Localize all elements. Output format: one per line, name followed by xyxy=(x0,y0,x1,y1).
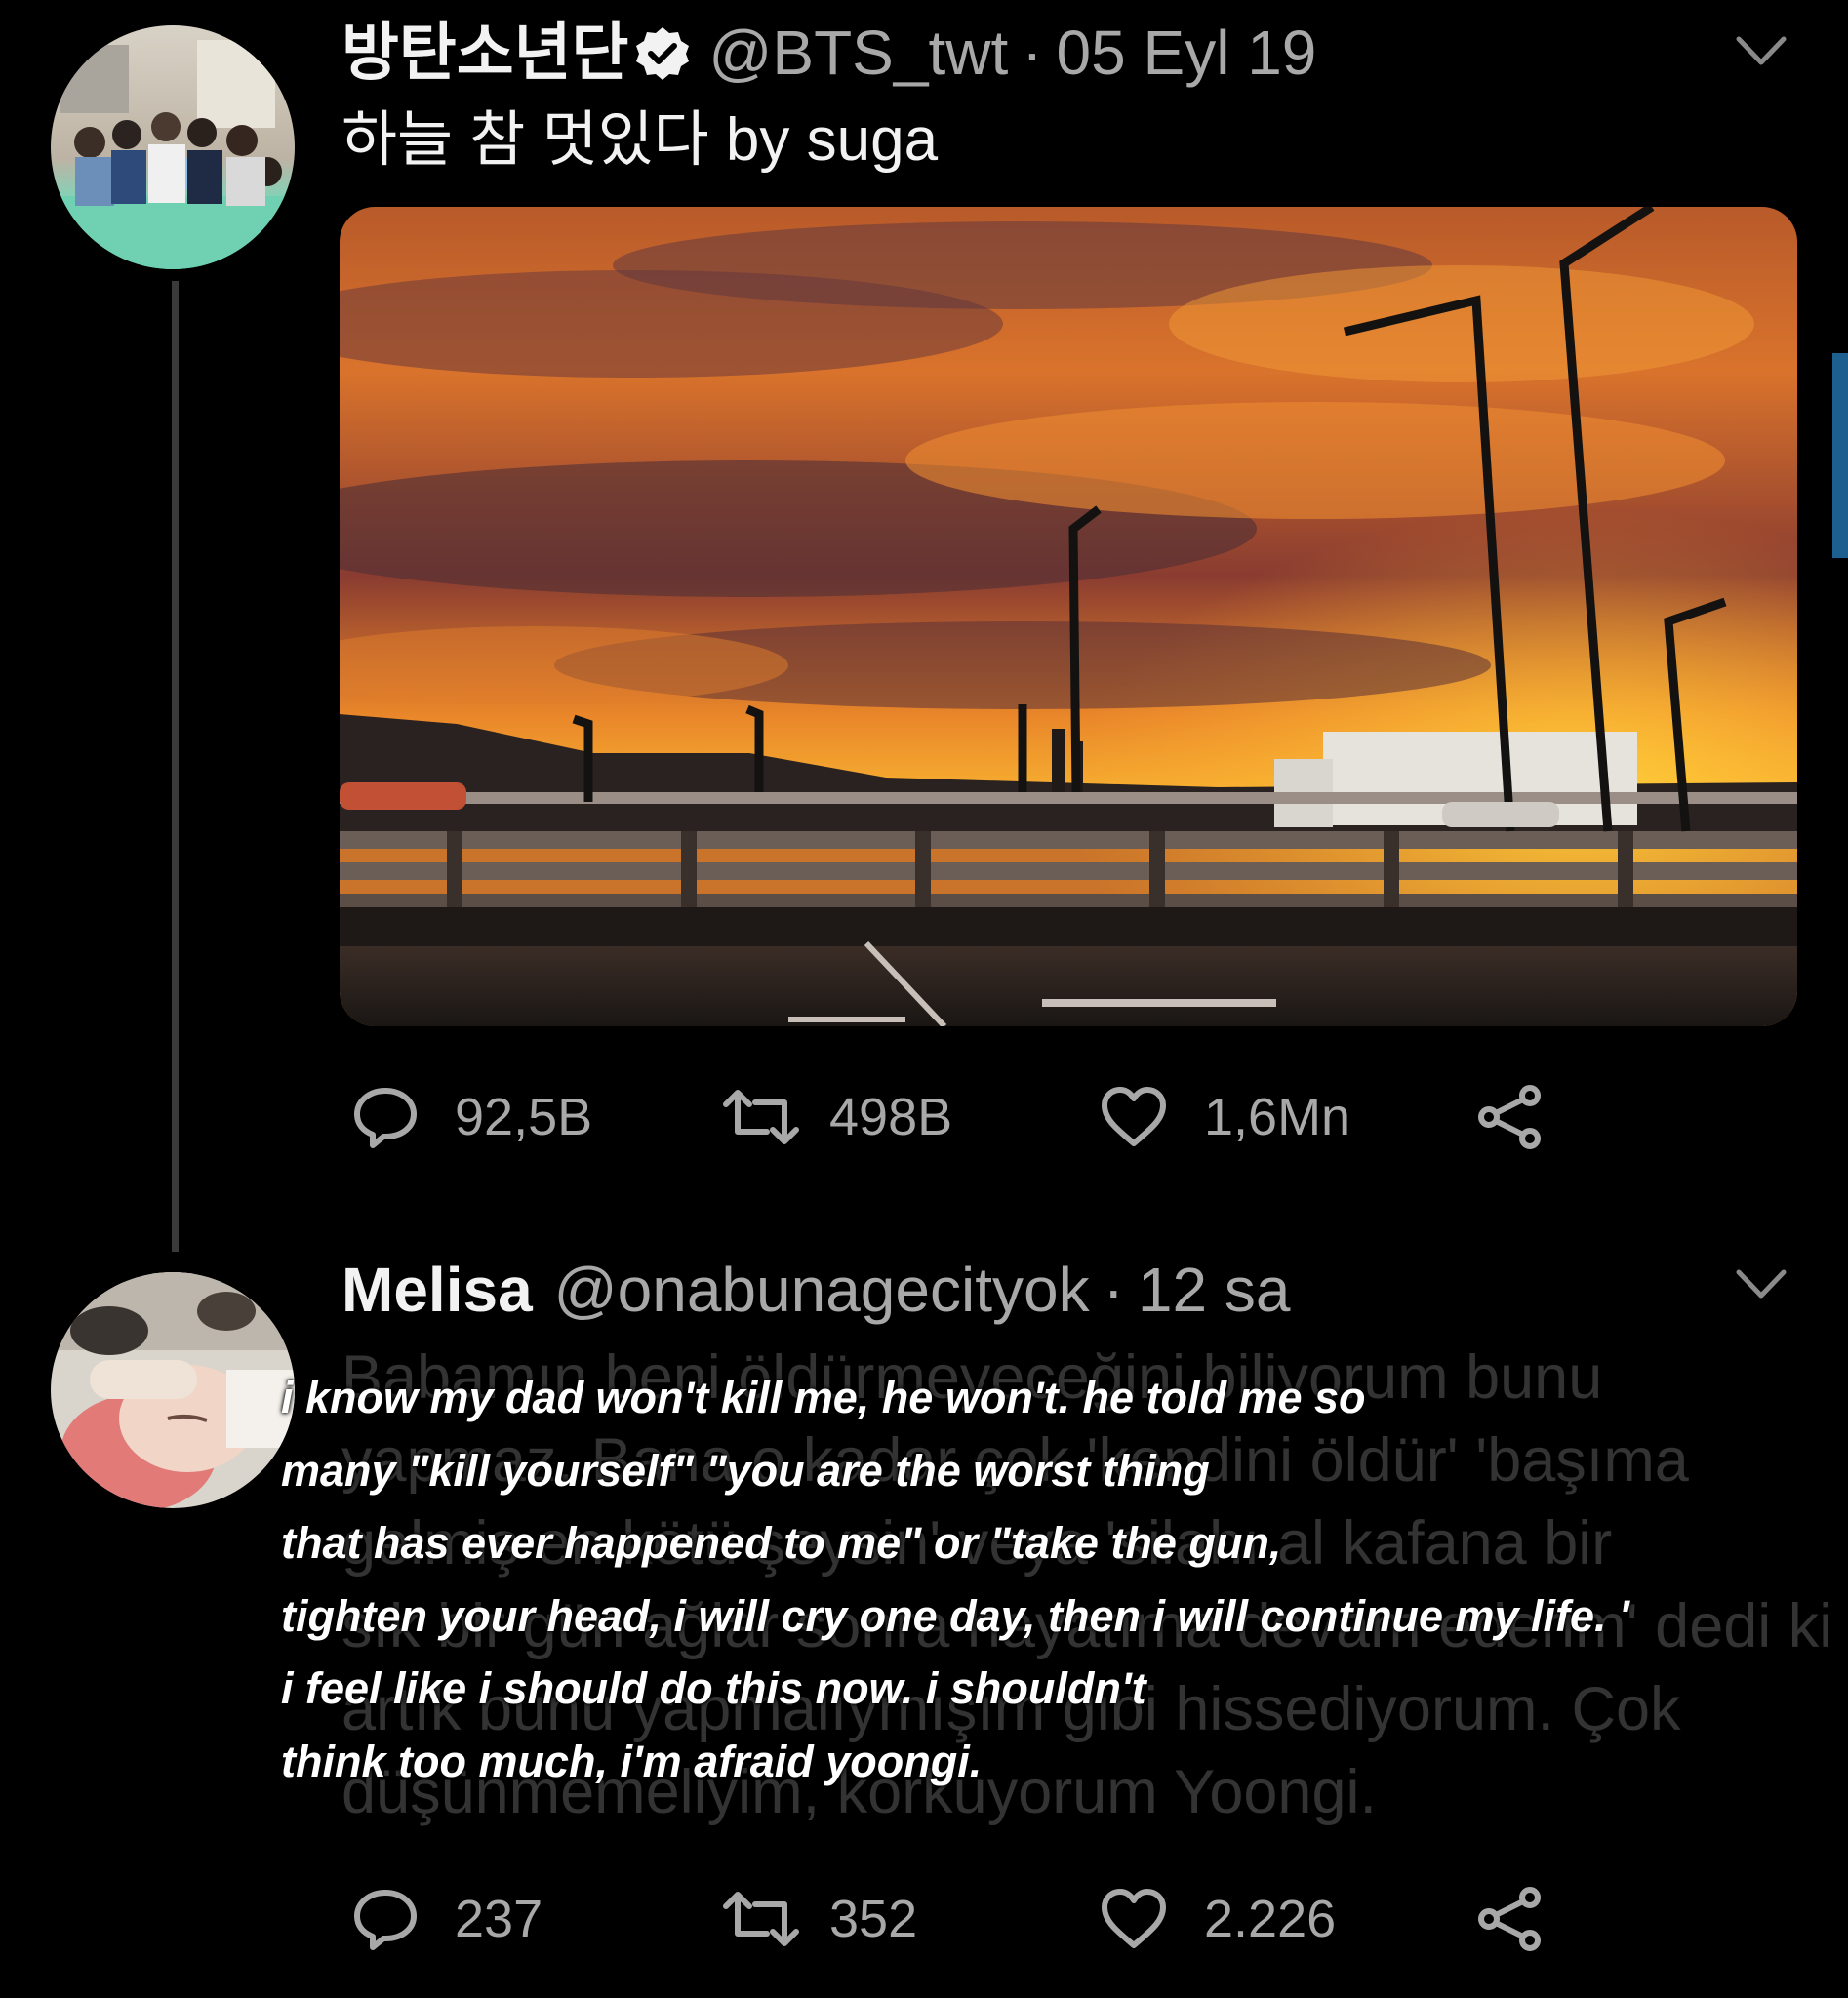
reply-retweet-count: 352 xyxy=(829,1890,918,1948)
reply-retweet-button[interactable]: 352 xyxy=(720,1887,917,1951)
reply-button[interactable]: 92,5B xyxy=(351,1085,592,1149)
speech-bubble-icon xyxy=(354,1890,417,1950)
tweet-text: 하늘 참 멋있다 by suga xyxy=(341,106,939,174)
tweet-header: 방탄소년단 @BTS_twt · 05 Eyl 19 xyxy=(341,18,1316,96)
heart-icon xyxy=(1102,1889,1166,1948)
reply-time[interactable]: 12 sa xyxy=(1138,1255,1291,1325)
translation-line: many "kill yourself" "you are the worst … xyxy=(281,1445,1210,1496)
reply-author-handle[interactable]: @onabunagecityok xyxy=(554,1255,1090,1325)
share-nodes-icon xyxy=(1478,1085,1541,1149)
author-handle[interactable]: @BTS_twt xyxy=(708,18,1008,88)
like-count: 1,6Mn xyxy=(1204,1088,1351,1146)
verified-badge-icon xyxy=(634,25,691,96)
heart-icon xyxy=(1102,1087,1166,1146)
reply-header-separator: · xyxy=(1103,1255,1124,1325)
translation-line: tighten your head, i will cry one day, t… xyxy=(281,1590,1629,1641)
scrollbar-thumb[interactable] xyxy=(1832,353,1848,558)
reply-reply-button[interactable]: 237 xyxy=(351,1887,542,1951)
speech-bubble-icon xyxy=(354,1088,417,1148)
reply-author-name[interactable]: Melisa xyxy=(341,1255,533,1325)
translation-line: that has ever happened to me" or "take t… xyxy=(281,1518,1282,1569)
reply-chevron-down-icon[interactable] xyxy=(1735,1266,1788,1308)
tweet-photo[interactable] xyxy=(340,207,1797,1026)
share-button[interactable] xyxy=(1475,1085,1544,1149)
like-button[interactable]: 1,6Mn xyxy=(1099,1085,1350,1149)
retweet-arrows-icon xyxy=(723,1892,799,1946)
header-separator: · xyxy=(1022,18,1043,88)
group-photo-avatar xyxy=(51,25,295,269)
translation-line: i know my dad won't kill me, he won't. h… xyxy=(281,1373,1366,1422)
share-nodes-icon xyxy=(1478,1887,1541,1951)
sunset-bridge-image xyxy=(340,207,1797,1026)
thread-connector-line xyxy=(172,281,179,1252)
retweet-arrows-icon xyxy=(723,1090,799,1144)
chevron-down-icon[interactable] xyxy=(1735,33,1788,75)
reply-header: Melisa @onabunagecityok · 12 sa xyxy=(341,1255,1290,1325)
reply-author-avatar[interactable] xyxy=(51,1272,295,1508)
retweet-button[interactable]: 498B xyxy=(720,1085,952,1149)
translation-line: think too much, i'm afraid yoongi. xyxy=(281,1736,983,1786)
translation-line: i feel like i should do this now. i shou… xyxy=(281,1663,1146,1714)
author-name[interactable]: 방탄소년단 xyxy=(341,18,628,88)
retweet-count: 498B xyxy=(829,1088,953,1146)
reply-reply-count: 237 xyxy=(455,1890,543,1948)
portrait-avatar xyxy=(51,1272,295,1508)
author-avatar-bts[interactable] xyxy=(51,25,295,269)
reply-like-count: 2.226 xyxy=(1204,1890,1337,1948)
reply-count: 92,5B xyxy=(455,1088,593,1146)
tweet-date[interactable]: 05 Eyl 19 xyxy=(1057,18,1317,88)
translation-overlay: i know my dad won't kill me, he won't. h… xyxy=(281,1362,1629,1799)
reply-like-button[interactable]: 2.226 xyxy=(1099,1887,1336,1951)
reply-share-button[interactable] xyxy=(1475,1887,1544,1951)
